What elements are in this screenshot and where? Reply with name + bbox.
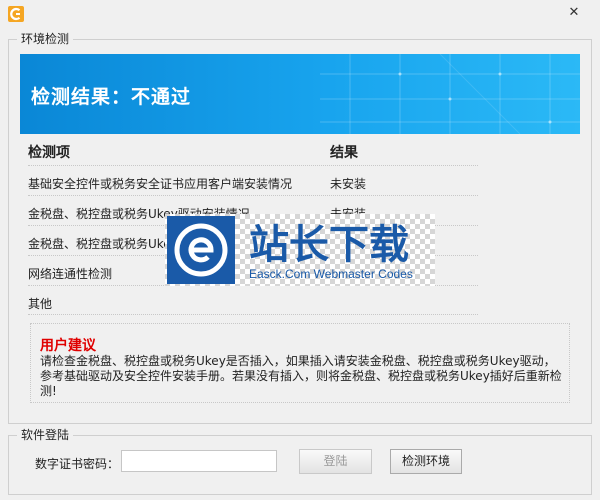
title-bar: ✕	[0, 0, 600, 30]
check-item-label: 金税盘、税控盘或税务Ukey	[28, 237, 178, 251]
result-title: 检测结果：不通过	[31, 86, 192, 108]
user-advice-text: 请检查金税盘、税控盘或税务Ukey是否插入，如果插入请安装金税盘、税控盘或税务U…	[40, 354, 562, 398]
check-environment-button[interactable]: 检测环境	[390, 449, 462, 474]
user-advice-title: 用户建议	[40, 338, 96, 354]
check-item-label: 其他	[28, 297, 53, 311]
table-bottom-divider	[28, 314, 478, 315]
watermark-title: 站长下载	[249, 222, 409, 268]
table-row: 其他	[28, 285, 478, 315]
software-login-title: 软件登陆	[17, 427, 74, 443]
environment-check-title: 环境检测	[17, 31, 74, 47]
cert-password-input[interactable]	[121, 450, 277, 472]
user-advice-box: 用户建议 请检查金税盘、税控盘或税务Ukey是否插入，如果插入请安装金税盘、税控…	[30, 323, 570, 403]
column-header-item: 检测项	[28, 145, 70, 161]
column-header-result: 结果	[330, 145, 358, 161]
cert-password-label: 数字证书密码：	[35, 457, 120, 471]
check-item-label: 基础安全控件或税务安全证书应用客户端安装情况	[28, 177, 293, 191]
result-banner: 检测结果：不通过	[20, 54, 580, 134]
close-icon[interactable]: ✕	[562, 3, 586, 23]
app-logo-icon	[8, 6, 24, 22]
watermark-subtitle: Easck.Com Webmaster Codes	[249, 267, 413, 281]
table-row: 基础安全控件或税务安全证书应用客户端安装情况 未安装	[28, 165, 478, 195]
e-logo-icon	[167, 216, 235, 284]
check-item-result: 未安装	[330, 177, 367, 191]
login-button[interactable]: 登陆	[299, 449, 372, 474]
check-item-label: 网络连通性检测	[28, 267, 113, 281]
watermark: 站长下载 Easck.Com Webmaster Codes	[165, 214, 435, 286]
